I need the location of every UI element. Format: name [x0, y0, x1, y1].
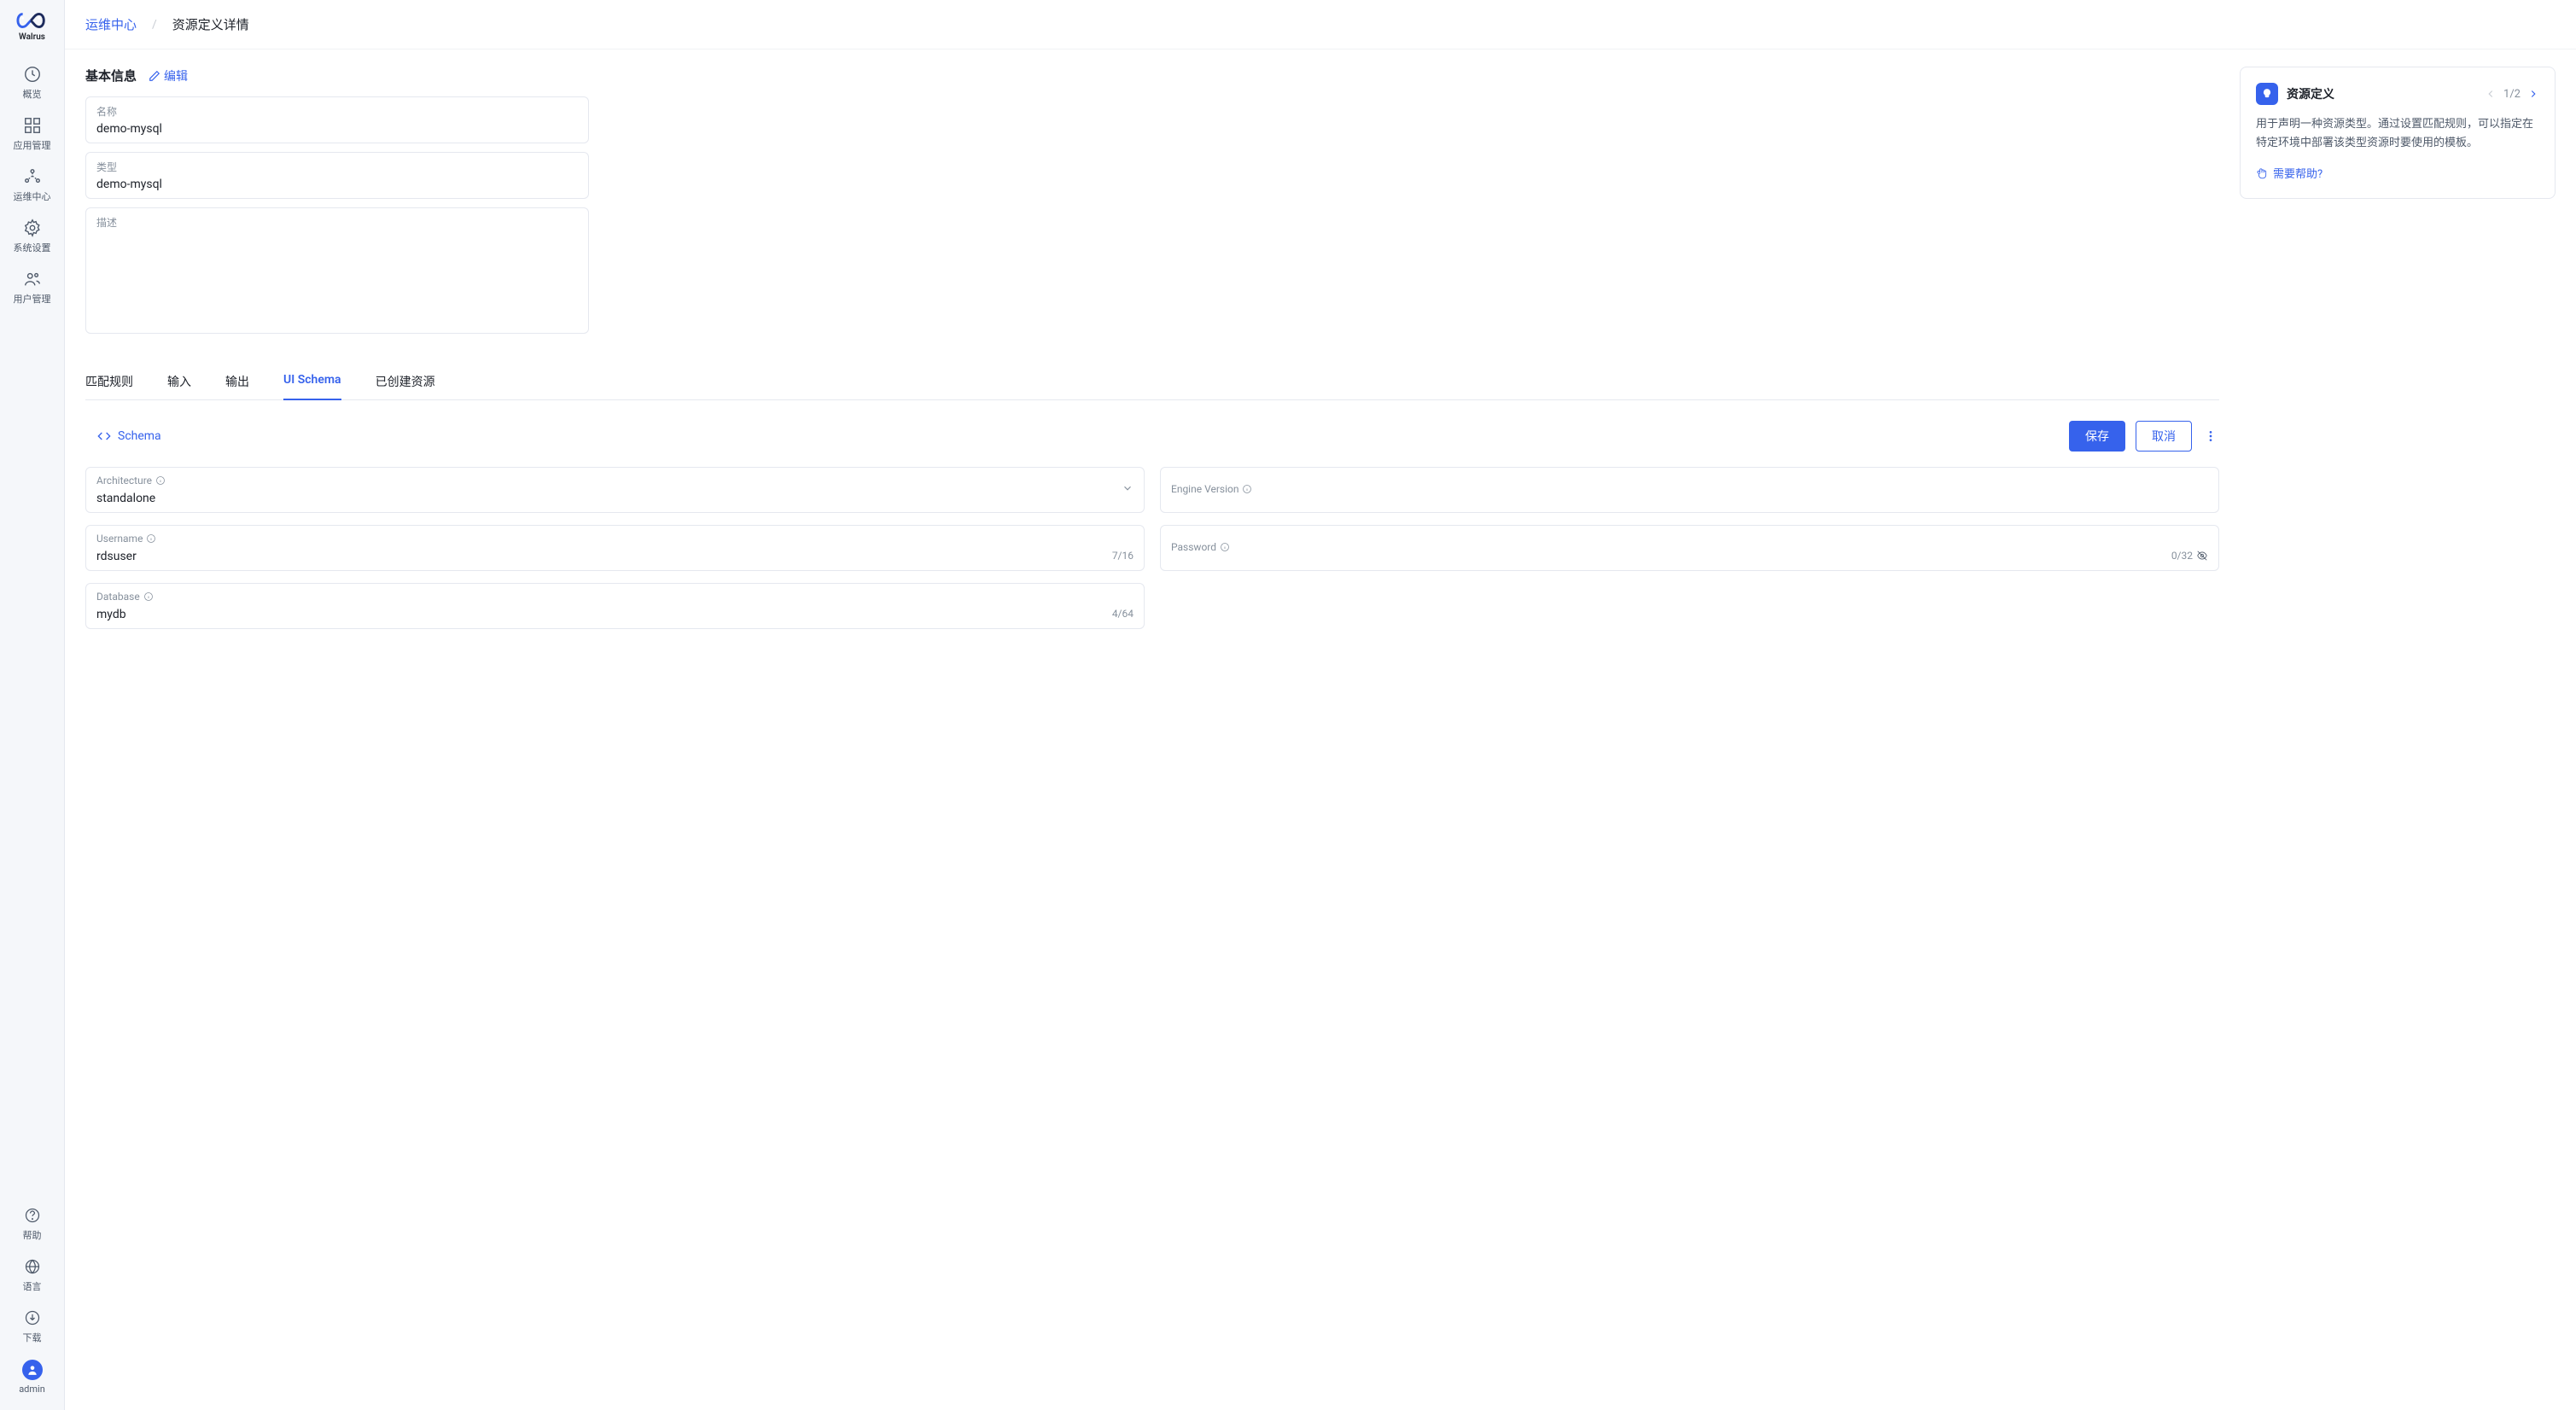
download-icon	[23, 1308, 42, 1327]
basic-info-title: 基本信息	[85, 67, 137, 84]
nav-label: 概览	[23, 87, 42, 101]
description-field: 描述	[85, 207, 589, 334]
database-label: Database	[96, 591, 140, 603]
nav-lang[interactable]: 语言	[7, 1250, 58, 1298]
nav-download[interactable]: 下载	[7, 1302, 58, 1349]
type-value: demo-mysql	[96, 178, 578, 191]
tab-output[interactable]: 输出	[225, 364, 249, 400]
nav-label: 应用管理	[14, 138, 51, 152]
lightbulb-icon	[2256, 83, 2278, 105]
engine-version-field[interactable]: Engine Version	[1160, 467, 2219, 513]
engine-version-label: Engine Version	[1171, 483, 1238, 495]
help-link-text: 需要帮助?	[2273, 165, 2322, 181]
password-field[interactable]: Password 0/32	[1160, 525, 2219, 571]
info-icon[interactable]	[1242, 484, 1252, 494]
username-counter: 7/16	[1112, 550, 1134, 562]
help-title: 资源定义	[2287, 85, 2334, 102]
more-button[interactable]	[2202, 428, 2219, 445]
breadcrumb-link[interactable]: 运维中心	[85, 15, 137, 33]
nav-users[interactable]: 用户管理	[7, 263, 58, 311]
hand-icon	[2256, 167, 2268, 179]
breadcrumb-separator: /	[152, 18, 157, 32]
ops-icon	[23, 167, 42, 186]
help-link[interactable]: 需要帮助?	[2256, 165, 2322, 181]
nav-label: admin	[19, 1384, 45, 1395]
schema-label-text: Schema	[118, 429, 161, 443]
password-label: Password	[1171, 541, 1216, 553]
database-field[interactable]: Database mydb 4/64	[85, 583, 1145, 629]
info-icon[interactable]	[143, 591, 154, 602]
username-field[interactable]: Username rdsuser 7/16	[85, 525, 1145, 571]
tabs: 匹配规则 输入 输出 UI Schema 已创建资源	[85, 364, 2219, 400]
dashboard-icon	[23, 65, 42, 84]
logo-icon	[16, 10, 49, 31]
help-card: 资源定义 1/2 用于声明一种资源类型。通过设置匹配规则，可以指定在特定环境中部…	[2240, 67, 2556, 199]
type-field: 类型 demo-mysql	[85, 152, 589, 199]
nav-label: 用户管理	[14, 292, 51, 306]
breadcrumb: 运维中心 / 资源定义详情	[65, 0, 2576, 50]
architecture-value: standalone	[96, 492, 1134, 505]
info-icon[interactable]	[155, 475, 166, 486]
more-vertical-icon	[2204, 429, 2218, 443]
sidebar: Walrus 概览 应用管理 运维中心	[0, 0, 65, 1410]
name-field: 名称 demo-mysql	[85, 96, 589, 143]
save-button[interactable]: 保存	[2069, 421, 2125, 452]
tab-created-resources[interactable]: 已创建资源	[376, 364, 435, 400]
username-value: rdsuser	[96, 550, 1134, 563]
logo[interactable]: Walrus	[9, 9, 56, 43]
name-label: 名称	[96, 104, 578, 119]
nav-user[interactable]: admin	[7, 1353, 58, 1400]
password-counter-text: 0/32	[2171, 550, 2193, 562]
database-counter: 4/64	[1112, 608, 1134, 620]
nav-label: 下载	[23, 1331, 42, 1344]
help-description: 用于声明一种资源类型。通过设置匹配规则，可以指定在特定环境中部署该类型资源时要使…	[2256, 115, 2539, 153]
eye-off-icon[interactable]	[2196, 550, 2208, 562]
pager-next[interactable]	[2527, 88, 2539, 100]
info-icon[interactable]	[146, 533, 156, 544]
chevron-right-icon	[2527, 88, 2539, 100]
chevron-left-icon	[2485, 88, 2497, 100]
edit-button[interactable]: 编辑	[149, 67, 188, 84]
nav-label: 运维中心	[14, 189, 51, 203]
tab-match-rules[interactable]: 匹配规则	[85, 364, 133, 400]
breadcrumb-current: 资源定义详情	[172, 15, 249, 33]
type-label: 类型	[96, 160, 578, 174]
cancel-button[interactable]: 取消	[2136, 421, 2192, 452]
pager-count: 1/2	[2503, 88, 2521, 101]
nav-overview[interactable]: 概览	[7, 58, 58, 106]
nav-label: 系统设置	[14, 241, 51, 254]
nav-settings[interactable]: 系统设置	[7, 212, 58, 259]
tab-input[interactable]: 输入	[167, 364, 191, 400]
architecture-label: Architecture	[96, 475, 152, 487]
nav-ops[interactable]: 运维中心	[7, 160, 58, 208]
nav-label: 语言	[23, 1279, 42, 1293]
edit-icon	[149, 70, 160, 82]
info-icon[interactable]	[1220, 542, 1230, 552]
chevron-down-icon	[1122, 482, 1134, 498]
help-icon	[23, 1206, 42, 1225]
database-value: mydb	[96, 608, 1134, 621]
main-content: 运维中心 / 资源定义详情 基本信息 编辑 名称 demo-mysql	[65, 0, 2576, 1410]
pager-prev[interactable]	[2485, 88, 2497, 100]
schema-toggle[interactable]: Schema	[97, 429, 161, 443]
username-label: Username	[96, 533, 143, 545]
gear-icon	[23, 218, 42, 237]
edit-label: 编辑	[164, 67, 188, 84]
grid-icon	[23, 116, 42, 135]
globe-icon	[23, 1257, 42, 1276]
user-avatar-icon	[22, 1360, 43, 1380]
nav-label: 帮助	[23, 1228, 42, 1242]
name-value: demo-mysql	[96, 122, 578, 136]
nav-help[interactable]: 帮助	[7, 1199, 58, 1247]
code-icon	[97, 429, 111, 443]
tab-ui-schema[interactable]: UI Schema	[283, 364, 341, 400]
users-icon	[23, 270, 42, 288]
logo-text: Walrus	[19, 32, 45, 42]
password-counter: 0/32	[2171, 550, 2208, 562]
nav-apps[interactable]: 应用管理	[7, 109, 58, 157]
architecture-field[interactable]: Architecture standalone	[85, 467, 1145, 513]
description-label: 描述	[96, 215, 578, 230]
